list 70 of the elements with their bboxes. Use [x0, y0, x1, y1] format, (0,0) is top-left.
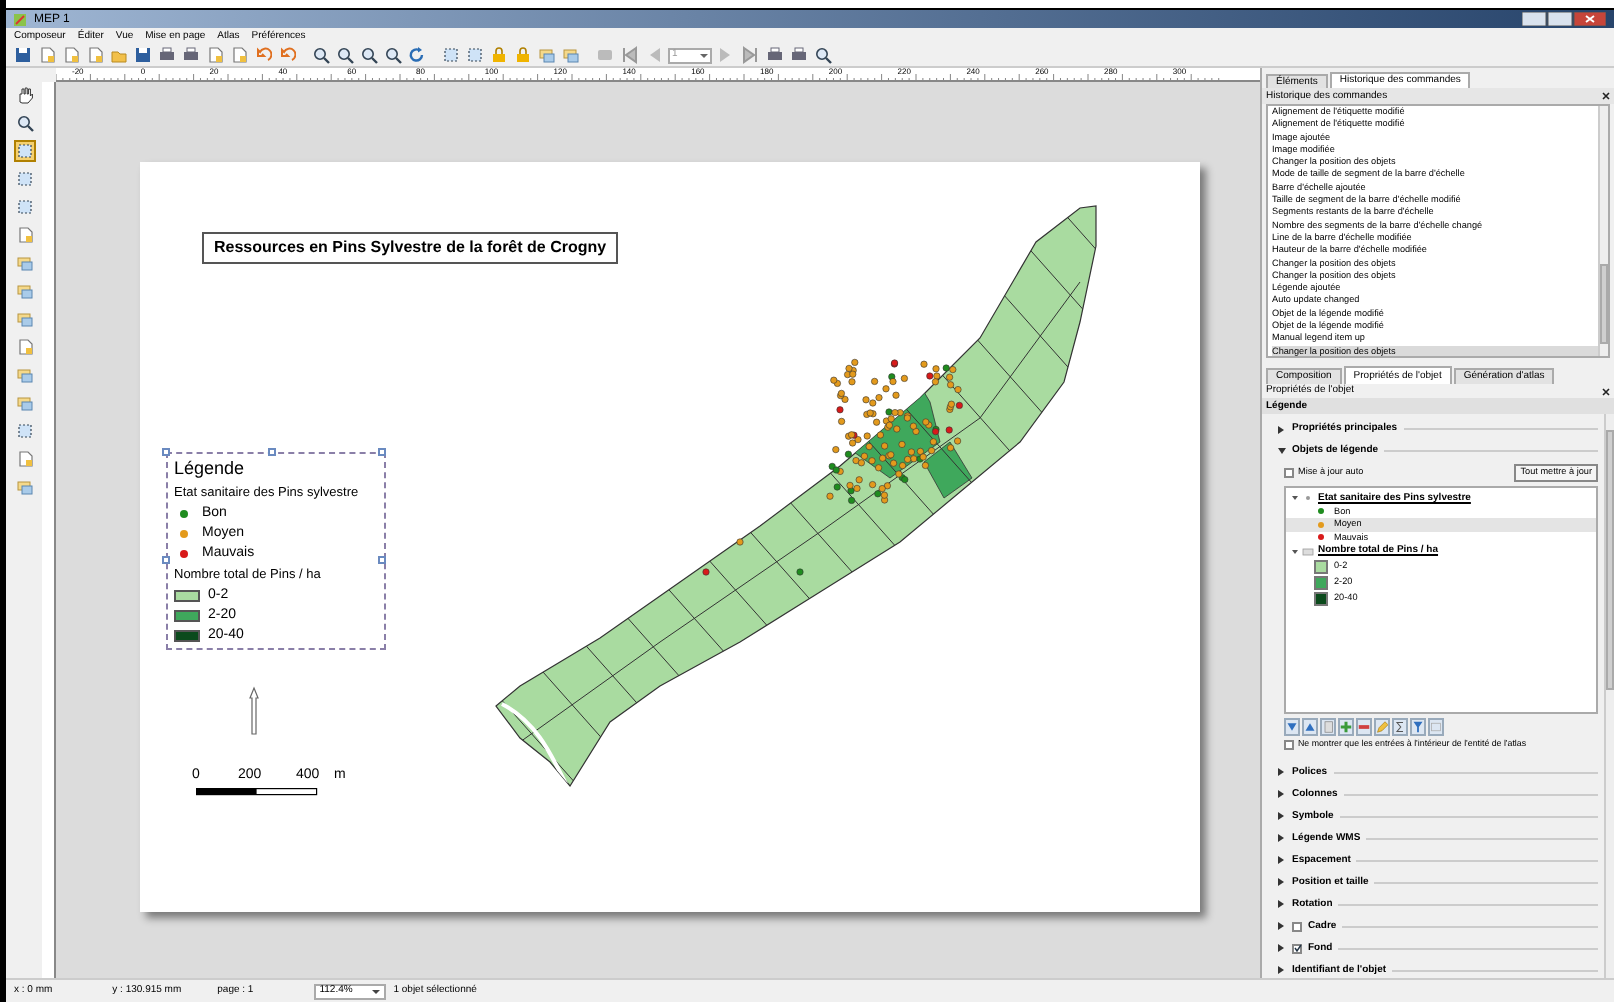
zoom-icon[interactable] [312, 46, 330, 64]
expanded-arrow-icon[interactable] [1292, 496, 1298, 501]
zoom-icon[interactable] [814, 46, 832, 64]
scale-bar [196, 788, 318, 796]
last-icon[interactable] [742, 46, 760, 64]
legend-title: Légende [174, 458, 247, 480]
close-icon[interactable] [1602, 92, 1610, 100]
dropdown-arrow-icon [700, 53, 708, 57]
move-up-icon[interactable] [1302, 717, 1318, 736]
save-icon[interactable] [134, 46, 152, 64]
layers-icon[interactable] [15, 478, 33, 496]
zoom-icon[interactable] [336, 46, 354, 64]
hand-icon[interactable] [15, 86, 33, 104]
printer-icon[interactable] [790, 46, 808, 64]
collapsed-arrow-icon[interactable] [1278, 900, 1286, 909]
selection-handle[interactable] [162, 448, 170, 456]
expanded-arrow-icon[interactable] [1278, 447, 1286, 455]
collapsed-arrow-icon[interactable] [1278, 812, 1286, 821]
checkbox[interactable] [1292, 921, 1302, 932]
map-title: Ressources en Pins Sylvestre de la forêt de Crogny [202, 232, 619, 264]
selection-handle[interactable] [162, 556, 170, 564]
collapsed-arrow-icon[interactable] [1278, 878, 1286, 887]
document-icon[interactable] [206, 46, 224, 64]
document-icon[interactable] [38, 46, 56, 64]
expanded-arrow-icon[interactable] [1292, 549, 1298, 554]
zoom-icon[interactable] [15, 114, 33, 132]
sum-icon[interactable] [1392, 717, 1408, 736]
app-icon [14, 13, 26, 25]
printer-icon[interactable] [158, 46, 176, 64]
selection-handle[interactable] [378, 448, 386, 456]
collapsed-arrow-icon[interactable] [1278, 834, 1286, 843]
point-layer-icon [1302, 492, 1314, 505]
collapsed-arrow-icon[interactable] [1278, 790, 1286, 799]
zoom-icon[interactable] [384, 46, 402, 64]
scrollbar[interactable] [1598, 106, 1608, 356]
document-icon[interactable] [15, 450, 33, 468]
save-icon[interactable] [14, 46, 32, 64]
add-icon[interactable] [1338, 717, 1354, 736]
filter-icon[interactable] [1410, 717, 1426, 736]
selection-handle[interactable] [268, 448, 276, 456]
scrollbar[interactable] [1604, 414, 1614, 978]
close-icon[interactable] [1602, 387, 1610, 395]
printer-icon[interactable] [766, 46, 784, 64]
document-icon[interactable] [15, 338, 33, 356]
checkbox[interactable] [1292, 943, 1302, 954]
collapsed-arrow-icon[interactable] [1278, 944, 1286, 953]
polygon-layer-icon [1302, 545, 1314, 558]
first-icon[interactable] [620, 46, 638, 64]
window-controls-icon[interactable] [1522, 12, 1606, 26]
checkmark-icon [1293, 944, 1301, 953]
zoom-icon[interactable] [360, 46, 378, 64]
selection-icon[interactable] [15, 422, 33, 440]
document-icon[interactable] [15, 226, 33, 244]
lock-icon[interactable] [490, 46, 508, 64]
dropdown-arrow-icon [371, 989, 380, 993]
move-down-icon[interactable] [1284, 717, 1300, 736]
document-icon[interactable] [62, 46, 80, 64]
collapsed-arrow-icon[interactable] [1278, 922, 1286, 931]
remove-icon[interactable] [1356, 717, 1372, 736]
collapsed-arrow-icon[interactable] [1278, 966, 1286, 975]
refresh-icon[interactable] [408, 46, 426, 64]
selection-handle[interactable] [378, 556, 386, 564]
document-icon[interactable] [230, 46, 248, 64]
north-arrow-icon [248, 686, 260, 738]
printer-icon[interactable] [182, 46, 200, 64]
document-icon[interactable] [86, 46, 104, 64]
collapsed-arrow-icon[interactable] [1278, 856, 1286, 865]
collapsed-arrow-icon[interactable] [1278, 768, 1286, 777]
collapsed-arrow-icon[interactable] [1278, 425, 1286, 433]
lock-icon[interactable] [514, 46, 532, 64]
